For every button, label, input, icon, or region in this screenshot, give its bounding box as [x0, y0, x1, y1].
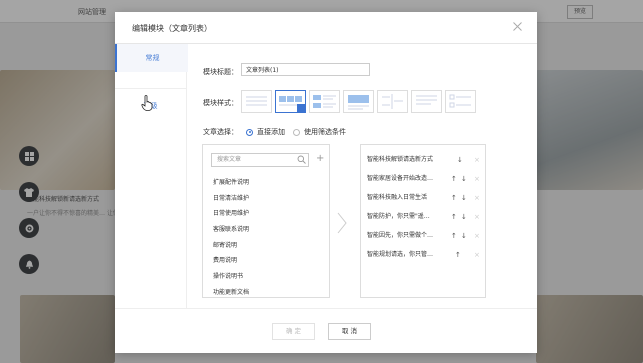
dialog-header: 编辑模块（文章列表）: [115, 12, 537, 44]
list-item[interactable]: 操作说明书: [213, 269, 249, 285]
radio-direct-add-label[interactable]: 直接添加: [257, 127, 285, 137]
dialog-tabs: 常规 高级: [115, 44, 188, 308]
chevron-right-icon[interactable]: [336, 212, 348, 234]
table-row[interactable]: 智能防护，你只需"遥… ↑ ↓ ×: [367, 211, 481, 223]
table-row[interactable]: 智能科技融入日常生活 ↑ ↓ ×: [367, 192, 481, 204]
checkbox-list-icon: [449, 94, 471, 108]
text-block-icon: [416, 95, 437, 105]
move-up-icon[interactable]: ↑: [451, 173, 457, 185]
style-option-5[interactable]: [377, 90, 408, 113]
selected-article-title: 智能规划请选，你只管…: [367, 251, 434, 258]
dialog-footer: 确 定 取 消: [115, 308, 537, 354]
move-down-icon[interactable]: ↓: [461, 173, 467, 185]
available-articles-panel: 搜索文章 + 扩展配件说明 日常清洁维护 日常使用维护 客服联系说明 邮寄说明 …: [202, 144, 330, 298]
move-down-icon[interactable]: ↓: [461, 211, 467, 223]
selected-article-title: 智能因先，你只需做个…: [367, 232, 434, 239]
selected-article-title: 智能科技融入日常生活: [367, 194, 428, 201]
list-item[interactable]: 客服联系说明: [213, 222, 249, 238]
image-left-list-icon: [313, 95, 336, 108]
article-select-label: 文章选择：: [203, 128, 238, 136]
remove-icon[interactable]: ×: [474, 249, 480, 261]
style-option-7[interactable]: [445, 90, 476, 113]
list-item[interactable]: 费用说明: [213, 253, 249, 269]
table-row[interactable]: 智能家居设备开始改造… ↑ ↓ ×: [367, 173, 481, 185]
move-down-icon[interactable]: ↓: [461, 192, 467, 204]
selected-article-title: 智能科技解锁请选新方式: [367, 156, 434, 163]
available-articles-list: 扩展配件说明 日常清洁维护 日常使用维护 客服联系说明 邮寄说明 费用说明 操作…: [213, 175, 249, 301]
remove-icon[interactable]: ×: [474, 192, 480, 204]
radio-filter-condition-label[interactable]: 使用筛选条件: [304, 127, 346, 137]
selected-article-title: 智能家居设备开始改造…: [367, 175, 434, 182]
timeline-list-icon: [382, 94, 403, 109]
style-option-1[interactable]: [241, 90, 272, 113]
move-up-icon[interactable]: ↑: [451, 230, 457, 242]
style-option-3[interactable]: [309, 90, 340, 113]
selected-articles-panel: 智能科技解锁请选新方式 ↓ × 智能家居设备开始改造… ↑ ↓ × 智能科技融入…: [360, 144, 486, 298]
close-icon[interactable]: [512, 21, 523, 32]
remove-icon[interactable]: ×: [474, 154, 480, 166]
remove-icon[interactable]: ×: [474, 211, 480, 223]
tab-divider: [115, 88, 186, 89]
radio-filter-condition[interactable]: [293, 128, 300, 136]
selected-article-title: 智能防护，你只需"遥…: [367, 213, 430, 220]
remove-icon[interactable]: ×: [474, 230, 480, 242]
list-item[interactable]: 扩展配件说明: [213, 175, 249, 191]
list-item[interactable]: 日常清洁维护: [213, 191, 249, 207]
move-down-icon[interactable]: ↓: [457, 154, 463, 166]
cancel-button[interactable]: 取 消: [328, 323, 371, 340]
image-top-list-icon: [348, 95, 369, 110]
edit-module-dialog: 编辑模块（文章列表） 常规 高级 模块标题： 文章列表(1) 模块样式：: [115, 12, 537, 353]
style-option-6[interactable]: [411, 90, 442, 113]
module-title-input[interactable]: 文章列表(1): [241, 63, 370, 76]
table-row[interactable]: 智能规划请选，你只管… ↑ ×: [367, 249, 481, 261]
module-style-label: 模块样式：: [203, 99, 238, 107]
article-select-row: 文章选择： 直接添加 使用筛选条件: [203, 127, 346, 137]
list-item[interactable]: 邮寄说明: [213, 238, 249, 254]
table-row[interactable]: 智能因先，你只需做个… ↑ ↓ ×: [367, 230, 481, 242]
pointer-hand-icon: [141, 95, 153, 111]
remove-icon[interactable]: ×: [474, 173, 480, 185]
move-up-icon[interactable]: ↑: [451, 211, 457, 223]
list-item[interactable]: 功能更新文档: [213, 285, 249, 301]
style-option-2[interactable]: [275, 90, 306, 113]
move-up-icon[interactable]: ↑: [455, 249, 461, 261]
article-search-input[interactable]: 搜索文章: [211, 153, 309, 167]
module-title-label: 模块标题：: [203, 68, 238, 76]
move-up-icon[interactable]: ↑: [451, 192, 457, 204]
dialog-title: 编辑模块（文章列表）: [132, 24, 212, 33]
ok-button[interactable]: 确 定: [272, 323, 315, 340]
table-row[interactable]: 智能科技解锁请选新方式 ↓ ×: [367, 154, 481, 166]
search-icon[interactable]: [297, 155, 306, 164]
add-icon[interactable]: +: [316, 153, 324, 165]
list-item[interactable]: 日常使用维护: [213, 206, 249, 222]
selected-check-icon: [297, 104, 306, 113]
radio-direct-add[interactable]: [246, 128, 253, 136]
move-down-icon[interactable]: ↓: [461, 230, 467, 242]
list-lines-icon: [246, 96, 267, 106]
tab-general[interactable]: 常规: [115, 44, 188, 72]
style-option-4[interactable]: [343, 90, 374, 113]
